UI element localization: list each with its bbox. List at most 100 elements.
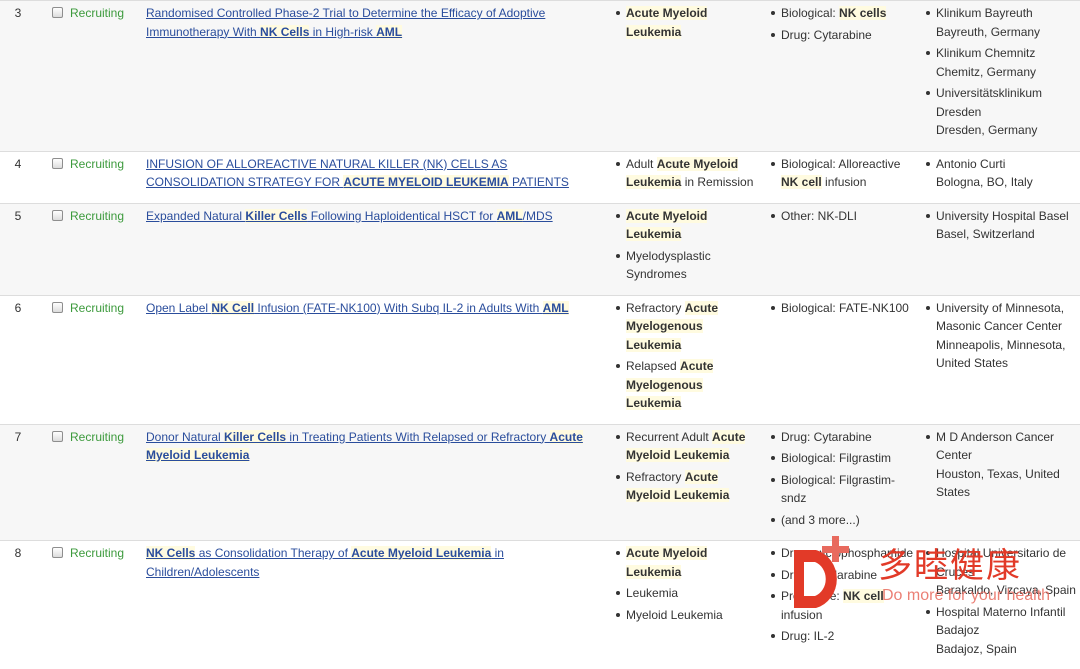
select-checkbox[interactable] [52, 431, 63, 442]
table-row: 3RecruitingRandomised Controlled Phase-2… [0, 1, 1080, 152]
text-segment: Refractory [626, 470, 685, 484]
select-checkbox[interactable] [52, 302, 63, 313]
study-title-link[interactable]: Open Label NK Cell Infusion (FATE-NK100)… [146, 301, 569, 315]
study-title-link[interactable]: INFUSION OF ALLOREACTIVE NATURAL KILLER … [146, 157, 569, 190]
text-segment: Refractory [626, 301, 685, 315]
text-segment: Biological: Alloreactive [781, 157, 900, 171]
highlighted-term: AML [497, 209, 523, 223]
select-checkbox[interactable] [52, 158, 63, 169]
conditions-list: Acute Myeloid Leukemia [614, 4, 761, 41]
highlighted-term: NK Cells [260, 25, 309, 39]
interventions-list: Biological: FATE-NK100 [769, 299, 916, 318]
title-cell: INFUSION OF ALLOREACTIVE NATURAL KILLER … [142, 151, 610, 203]
condition-item: Myelodysplastic Syndromes [614, 247, 761, 284]
watermark-chinese-text: 多睦健康 [878, 548, 1022, 584]
select-checkbox[interactable] [52, 210, 63, 221]
locations-cell: Antonio CurtiBologna, BO, Italy [920, 151, 1080, 203]
highlighted-term: AML [376, 25, 402, 39]
condition-item: Refractory Acute Myeloid Leukemia [614, 468, 761, 505]
intervention-item: Biological: Filgrastim-sndz [769, 471, 916, 508]
table-row: 6RecruitingOpen Label NK Cell Infusion (… [0, 295, 1080, 424]
intervention-item: Biological: Filgrastim [769, 449, 916, 468]
text-segment: Drug: Cytarabine [781, 28, 872, 42]
conditions-list: Acute Myeloid LeukemiaMyelodysplastic Sy… [614, 207, 761, 284]
locations-list: University of Minnesota, Masonic Cancer … [924, 299, 1076, 373]
facility-city: Chemitz, Germany [936, 63, 1076, 82]
text-segment: PATIENTS [509, 175, 569, 189]
conditions-list: Adult Acute Myeloid Leukemia in Remissio… [614, 155, 761, 192]
select-cell [48, 424, 66, 541]
rank-cell: 8 [0, 541, 48, 669]
facility-name: Klinikum Bayreuth [936, 4, 1076, 23]
interventions-list: Biological: NK cells Drug: Cytarabine [769, 4, 916, 44]
location-item: Universitätsklinikum DresdenDresden, Ger… [924, 84, 1076, 140]
condition-item: Adult Acute Myeloid Leukemia in Remissio… [614, 155, 761, 192]
highlighted-term: NK Cells [146, 546, 195, 560]
interventions-list: Other: NK-DLI [769, 207, 916, 226]
interventions-cell: Biological: NK cells Drug: Cytarabine [765, 1, 920, 152]
conditions-list: Recurrent Adult Acute Myeloid LeukemiaRe… [614, 428, 761, 505]
title-cell: Expanded Natural Killer Cells Following … [142, 203, 610, 295]
location-item: University Hospital BaselBasel, Switzerl… [924, 207, 1076, 244]
facility-city: Badajoz, Spain [936, 640, 1076, 659]
text-segment: Drug: Cytarabine [781, 430, 872, 444]
logo-mark-icon [790, 532, 856, 612]
highlighted-term: AML [543, 301, 569, 315]
text-segment: Relapsed [626, 359, 680, 373]
text-segment: infusion [822, 175, 867, 189]
study-title-link[interactable]: Donor Natural Killer Cells in Treating P… [146, 430, 583, 463]
study-title-link[interactable]: Randomised Controlled Phase-2 Trial to D… [146, 6, 545, 39]
facility-name: University Hospital Basel [936, 207, 1076, 226]
title-cell: Donor Natural Killer Cells in Treating P… [142, 424, 610, 541]
location-item: Klinikum ChemnitzChemitz, Germany [924, 44, 1076, 81]
title-cell: Randomised Controlled Phase-2 Trial to D… [142, 1, 610, 152]
status-cell: Recruiting [66, 151, 142, 203]
locations-cell: M D Anderson Cancer CenterHouston, Texas… [920, 424, 1080, 541]
interventions-cell: Other: NK-DLI [765, 203, 920, 295]
select-checkbox[interactable] [52, 7, 63, 18]
select-cell [48, 151, 66, 203]
interventions-cell: Biological: Alloreactive NK cell infusio… [765, 151, 920, 203]
condition-item: Leukemia [614, 584, 761, 603]
study-title-link[interactable]: NK Cells as Consolidation Therapy of Acu… [146, 546, 504, 579]
facility-city: Minneapolis, Minnesota, United States [936, 336, 1076, 373]
text-segment: Other: NK-DLI [781, 209, 857, 223]
select-checkbox[interactable] [52, 547, 63, 558]
conditions-cell: Acute Myeloid LeukemiaLeukemiaMyeloid Le… [610, 541, 765, 669]
rank-cell: 7 [0, 424, 48, 541]
intervention-item: Drug: IL-2 [769, 627, 916, 646]
highlighted-term: Killer Cells [245, 209, 307, 223]
status-cell: Recruiting [66, 1, 142, 152]
interventions-cell: Drug: Cytarabine Biological: Filgrastim Bi… [765, 424, 920, 541]
intervention-item: (and 3 more...) [769, 511, 916, 530]
select-cell [48, 203, 66, 295]
location-item: M D Anderson Cancer CenterHouston, Texas… [924, 428, 1076, 502]
conditions-cell: Acute Myeloid LeukemiaMyelodysplastic Sy… [610, 203, 765, 295]
intervention-item: Biological: NK cells [769, 4, 916, 23]
study-title-link[interactable]: Expanded Natural Killer Cells Following … [146, 209, 553, 223]
text-segment: Biological: [781, 6, 839, 20]
highlighted-term: NK cell [781, 175, 822, 189]
facility-name: Klinikum Chemnitz [936, 44, 1076, 63]
highlighted-term: NK Cell [211, 301, 254, 315]
text-segment: Donor Natural [146, 430, 224, 444]
rank-cell: 3 [0, 1, 48, 152]
status-cell: Recruiting [66, 295, 142, 424]
intervention-item: Biological: FATE-NK100 [769, 299, 916, 318]
watermark-slogan: Do more for your health [882, 586, 1050, 606]
condition-item: Refractory Acute Myelogenous Leukemia [614, 299, 761, 355]
text-segment: in Remission [681, 175, 753, 189]
select-cell [48, 541, 66, 669]
highlighted-term: Acute Myeloid Leukemia [626, 6, 707, 39]
condition-item: Acute Myeloid Leukemia [614, 207, 761, 244]
locations-cell: University Hospital BaselBasel, Switzerl… [920, 203, 1080, 295]
highlighted-term: Killer Cells [224, 430, 286, 444]
condition-item: Acute Myeloid Leukemia [614, 544, 761, 581]
highlighted-term: Acute Myeloid Leukemia [351, 546, 491, 560]
locations-list: M D Anderson Cancer CenterHouston, Texas… [924, 428, 1076, 502]
text-segment: Expanded Natural [146, 209, 245, 223]
conditions-list: Acute Myeloid LeukemiaLeukemiaMyeloid Le… [614, 544, 761, 624]
conditions-cell: Refractory Acute Myelogenous Leukemia Rel… [610, 295, 765, 424]
interventions-list: Drug: Cytarabine Biological: Filgrastim Bi… [769, 428, 916, 530]
facility-city: Bayreuth, Germany [936, 23, 1076, 42]
